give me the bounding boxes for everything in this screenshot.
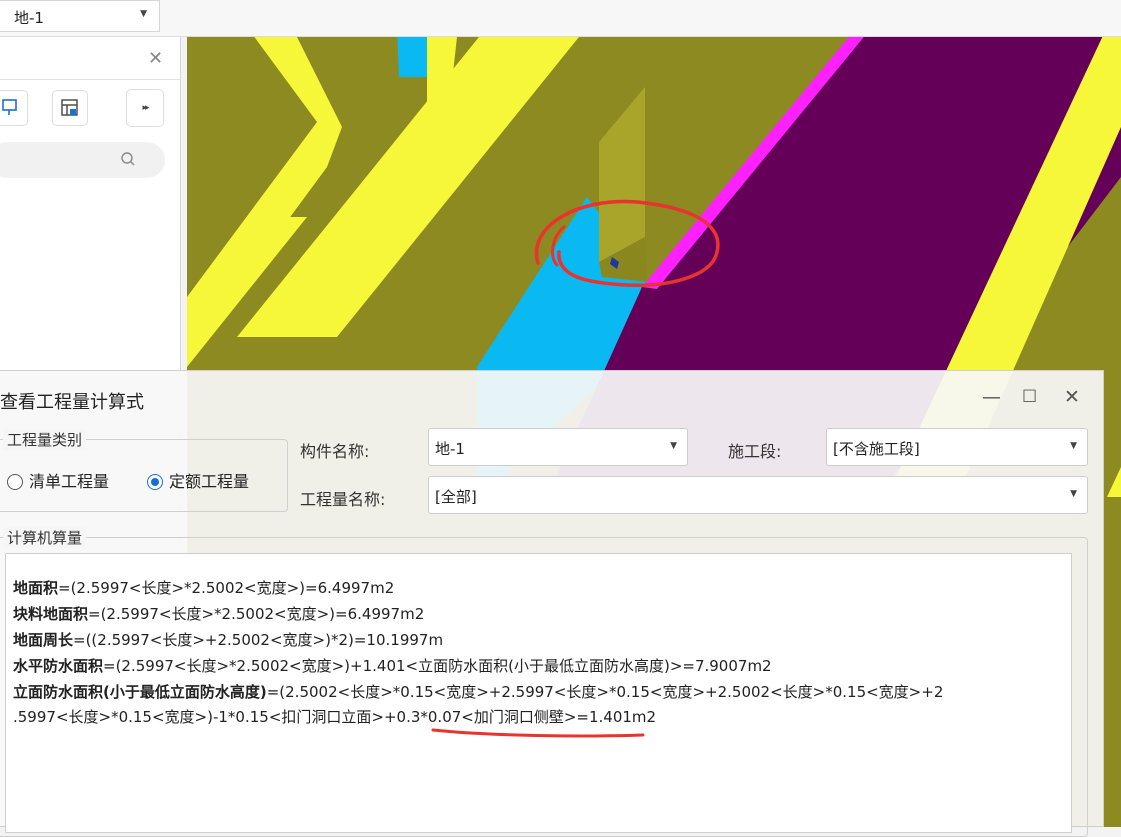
chevron-down-icon: ▼ xyxy=(670,441,677,451)
formula-line: 地面积=(2.5997<长度>*2.5002<宽度>)=6.4997m2 xyxy=(13,577,394,598)
formula-line: .5997<长度>*0.15<宽度>)-1*0.15<扣门洞口立面>+0.3*0… xyxy=(13,706,656,727)
minimize-icon[interactable]: — xyxy=(982,386,1001,408)
formula-line: 立面防水面积(小于最低立面防水高度)=(2.5002<长度>*0.15<宽度>+… xyxy=(13,681,943,702)
chevron-down-icon: ▼ xyxy=(1070,489,1077,499)
search-input[interactable] xyxy=(0,142,165,178)
radio-list-quantity[interactable]: 清单工程量 xyxy=(7,468,109,492)
component-name-select[interactable]: 地-1 ▼ xyxy=(428,428,688,466)
maximize-icon[interactable]: ☐ xyxy=(1022,387,1037,407)
quantity-name-value: [全部] xyxy=(435,488,477,506)
stage-select[interactable]: [不含施工段] ▼ xyxy=(826,428,1088,466)
dialog-title: 查看工程量计算式 xyxy=(0,392,144,413)
view-icon-button[interactable] xyxy=(0,90,28,126)
formula-expr: =((2.5997<长度>+2.5002<宽度>)*2)=10.1997m xyxy=(73,631,444,649)
formula-expr: =(2.5002<长度>*0.15<宽度>+2.5997<长度>*0.15<宽度… xyxy=(266,683,944,701)
quantity-name-select[interactable]: [全部] ▼ xyxy=(428,476,1088,514)
monitor-icon xyxy=(2,99,17,115)
formula-name: 地面周长 xyxy=(13,631,74,649)
formula-name: 块料地面积 xyxy=(13,605,89,623)
close-icon[interactable]: ✕ xyxy=(1064,386,1080,408)
top-toolbar: 地-1 ▼ xyxy=(0,0,1121,37)
radio-quota-label: 定额工程量 xyxy=(169,472,250,491)
formula-line: 地面周长=((2.5997<长度>+2.5002<宽度>)*2)=10.1997… xyxy=(13,629,443,650)
computer-calc-label: 计算机算量 xyxy=(3,527,87,548)
red-underline-annotation xyxy=(431,728,645,738)
formula-line: 水平防水面积=(2.5997<长度>*2.5002<宽度>)+1.401<立面防… xyxy=(13,655,772,676)
component-name-value: 地-1 xyxy=(435,440,465,458)
formula-expr: =(2.5997<长度>*2.5002<宽度>)=6.4997m2 xyxy=(88,605,425,623)
formula-name: 立面防水面积(小于最低立面防水高度) xyxy=(13,683,267,701)
formula-text-area[interactable]: 地面积=(2.5997<长度>*2.5002<宽度>)=6.4997m2 块料地… xyxy=(5,553,1072,833)
chevron-down-icon: ▼ xyxy=(1070,441,1077,451)
radio-list-label: 清单工程量 xyxy=(29,472,110,491)
radio-quota-quantity[interactable]: 定额工程量 xyxy=(147,468,249,492)
quantity-type-label: 工程量类别 xyxy=(3,429,87,450)
close-icon[interactable]: ✕ xyxy=(148,48,163,69)
formula-name: 地面积 xyxy=(13,579,59,597)
formula-name: 水平防水面积 xyxy=(13,657,104,675)
formula-expr: =(2.5997<长度>*2.5002<宽度>)=6.4997m2 xyxy=(58,579,395,597)
search-icon xyxy=(121,152,135,166)
stage-label: 施工段: xyxy=(728,442,782,461)
stage-value: [不含施工段] xyxy=(833,440,920,458)
quantity-type-group: 工程量类别 清单工程量 定额工程量 xyxy=(0,429,288,512)
more-button[interactable]: ▸▸ xyxy=(126,89,164,127)
layout-icon xyxy=(61,99,78,116)
radio-selected-icon xyxy=(147,474,163,490)
layer-select-value: 地-1 xyxy=(14,9,44,27)
formula-line: 块料地面积=(2.5997<长度>*2.5002<宽度>)=6.4997m2 xyxy=(13,603,424,624)
formula-expr: =(2.5997<长度>*2.5002<宽度>)+1.401<立面防水面积(小于… xyxy=(103,657,772,675)
layer-select[interactable]: 地-1 ▼ xyxy=(0,0,160,32)
chevron-down-icon: ▼ xyxy=(140,9,147,19)
computer-calc-group: 计算机算量 地面积=(2.5997<长度>*2.5002<宽度>)=6.4997… xyxy=(0,527,1088,837)
layout-icon-button[interactable] xyxy=(52,90,88,126)
formula-expr: .5997<长度>*0.15<宽度>)-1*0.15<扣门洞口立面>+0.3*0… xyxy=(13,708,657,726)
quantity-formula-dialog: 查看工程量计算式 — ☐ ✕ 工程量类别 清单工程量 定额工程量 构件名称: 地… xyxy=(0,370,1104,837)
radio-unselected-icon xyxy=(7,474,23,490)
quantity-name-label: 工程量名称: xyxy=(300,490,386,509)
divider xyxy=(0,79,180,80)
component-name-label: 构件名称: xyxy=(300,442,370,461)
